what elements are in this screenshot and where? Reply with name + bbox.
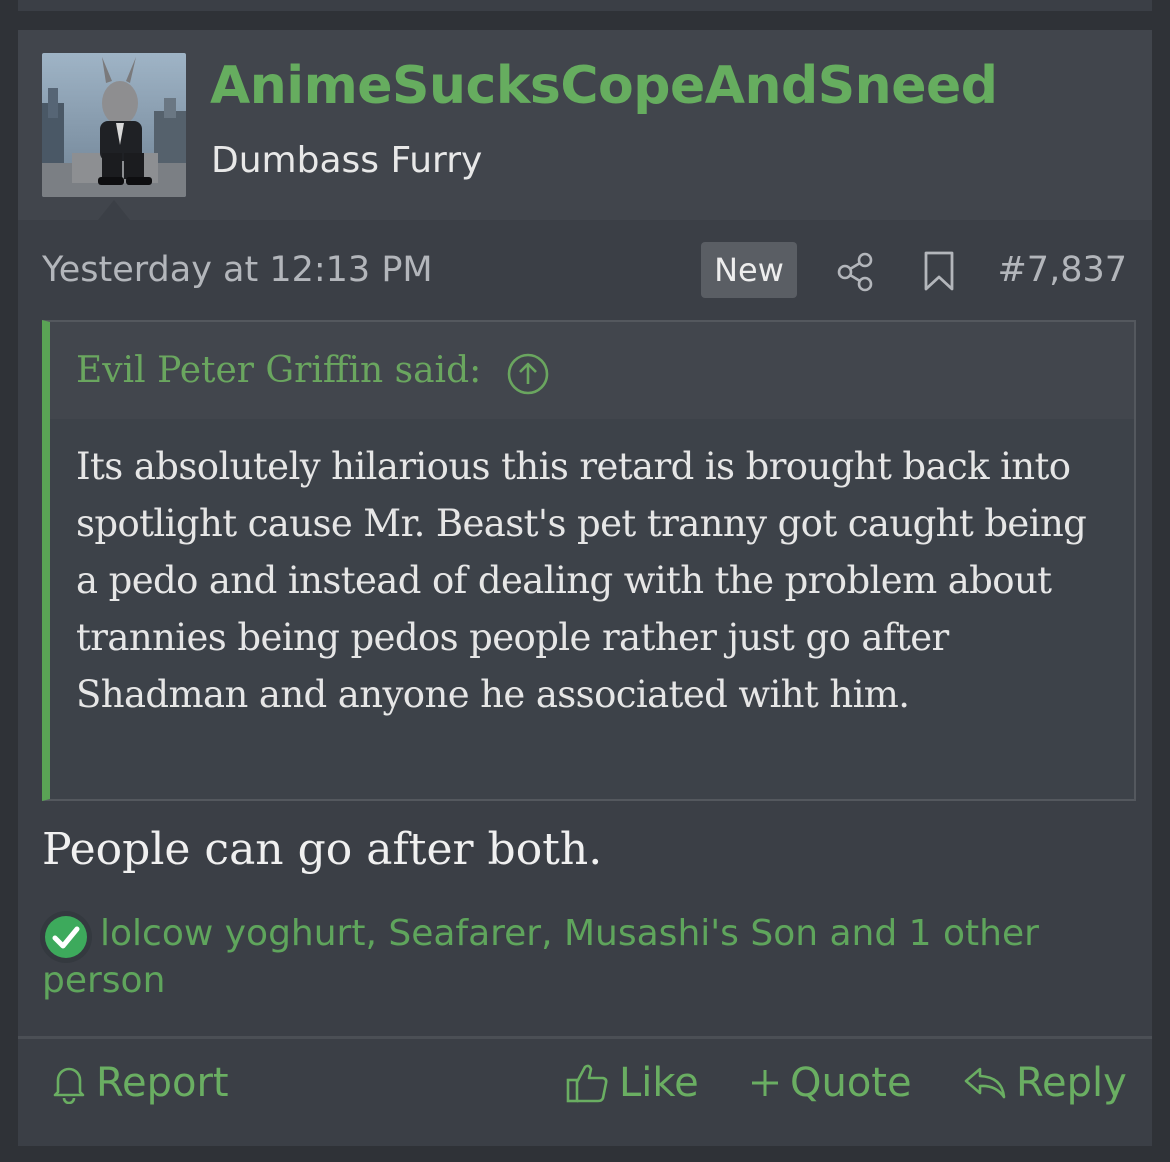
post-date[interactable]: Yesterday at 12:13 PM [42, 250, 433, 290]
like-button[interactable]: Like [565, 1058, 699, 1108]
like-label: Like [619, 1060, 699, 1106]
quote-button[interactable]: Quote [748, 1058, 912, 1108]
reply-icon [964, 1067, 1006, 1099]
avatar-image [42, 53, 186, 197]
avatar[interactable] [42, 53, 186, 197]
post-number[interactable]: #7,837 [997, 250, 1127, 290]
quote-block: Evil Peter Griffin said: Its absolutely … [42, 320, 1136, 801]
quote-header: Evil Peter Griffin said: [50, 322, 1134, 419]
check-circle-icon [39, 910, 93, 968]
reply-label: Reply [1016, 1060, 1127, 1106]
user-title: Dumbass Furry [211, 140, 483, 181]
footer-divider [18, 1036, 1152, 1039]
previous-post-edge [18, 0, 1152, 11]
forum-post: AnimeSucksCopeAndSneed Dumbass Furry Yes… [18, 30, 1152, 1146]
bookmark-icon[interactable] [922, 250, 956, 296]
username[interactable]: AnimeSucksCopeAndSneed [210, 56, 998, 116]
thumbs-up-icon [566, 1064, 608, 1103]
report-label: Report [96, 1060, 229, 1106]
quote-author[interactable]: Evil Peter Griffin said: [76, 350, 481, 391]
report-button[interactable]: Report [50, 1058, 229, 1108]
quote-label: Quote [790, 1060, 912, 1106]
avatar-pointer [98, 200, 130, 220]
user-header: AnimeSucksCopeAndSneed Dumbass Furry [18, 30, 1152, 220]
post-body: People can go after both. [42, 824, 603, 875]
arrow-up-circle-icon[interactable] [506, 352, 550, 400]
reply-button[interactable]: Reply [962, 1058, 1127, 1108]
share-icon[interactable] [836, 252, 874, 296]
new-badge: New [701, 242, 797, 298]
reaction-list[interactable]: lolcow yoghurt, Seafarer, Musashi's Son … [42, 910, 1102, 1004]
quote-text: Its absolutely hilarious this retard is … [76, 445, 1087, 716]
plus-icon [752, 1070, 778, 1096]
bell-icon [53, 1067, 85, 1104]
